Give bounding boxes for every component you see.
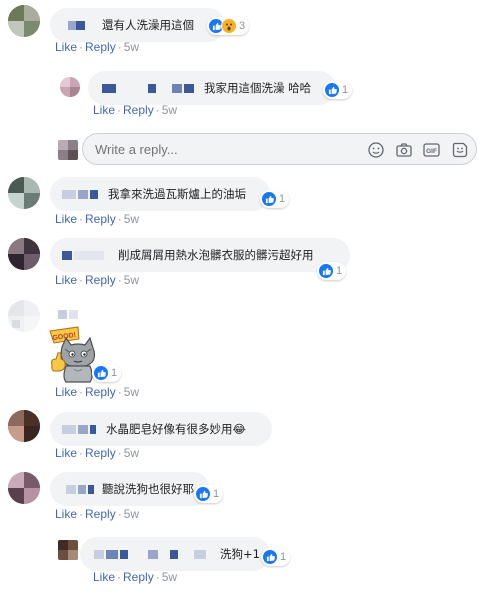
like-reaction-icon xyxy=(262,549,278,565)
like-link[interactable]: Like xyxy=(55,446,77,460)
comment-time: 5w xyxy=(123,273,140,287)
like-link[interactable]: Like xyxy=(55,40,77,54)
avatar[interactable] xyxy=(8,238,40,270)
comment-text: 削成屑屑用熱水泡髒衣服的髒污超好用 xyxy=(118,248,314,262)
comment-actions: Like · Reply · 5w xyxy=(55,385,140,399)
avatar[interactable] xyxy=(8,300,40,332)
avatar[interactable] xyxy=(60,77,80,97)
like-reaction-icon xyxy=(318,263,334,279)
comment-time: 5w xyxy=(123,507,140,521)
reply-link[interactable]: Reply xyxy=(123,103,154,117)
comment-time: 5w xyxy=(123,385,140,399)
comment-bubble: 還有人洗澡用這個 xyxy=(50,8,225,42)
comment-bubble: 削成屑屑用熱水泡髒衣服的髒污超好用 xyxy=(50,238,350,272)
commenter-name[interactable] xyxy=(98,81,198,95)
sticker-icon[interactable] xyxy=(451,141,469,159)
reaction-summary[interactable]: 3 xyxy=(207,17,250,35)
like-link[interactable]: Like xyxy=(55,507,77,521)
comment-text: 聽說洗狗也很好耶 xyxy=(102,482,194,496)
avatar[interactable] xyxy=(8,472,40,504)
commenter-name[interactable] xyxy=(90,547,214,561)
reply-bubble: 洗狗+1 xyxy=(80,537,270,571)
comment-actions: Like · Reply · 5w xyxy=(93,103,178,117)
reply-link[interactable]: Reply xyxy=(123,570,154,584)
like-reaction-icon xyxy=(93,365,109,381)
reply-composer: GIF xyxy=(82,133,477,165)
comment-actions: Like · Reply · 5w xyxy=(55,273,140,287)
comment-time: 5w xyxy=(161,570,178,584)
comment-actions: Like · Reply · 5w xyxy=(93,570,178,584)
comment-text: 還有人洗澡用這個 xyxy=(102,18,194,32)
reply-input[interactable] xyxy=(95,142,355,157)
comment-actions: Like · Reply · 5w xyxy=(55,212,140,226)
reaction-summary[interactable]: 1 xyxy=(194,485,224,503)
comment-text: 水晶肥皂好像有很多妙用😂 xyxy=(106,422,246,436)
reaction-count: 1 xyxy=(213,488,220,500)
avatar[interactable] xyxy=(8,410,40,442)
comment-text: 我家用這個洗澡 哈哈 xyxy=(204,81,312,95)
commenter-name[interactable] xyxy=(60,187,102,201)
commenter-name[interactable] xyxy=(58,308,82,320)
reaction-summary[interactable]: 1 xyxy=(92,364,122,382)
comment-bubble: 我拿來洗過瓦斯爐上的油垢 xyxy=(50,177,270,211)
avatar[interactable] xyxy=(8,177,40,209)
like-link[interactable]: Like xyxy=(55,385,77,399)
avatar xyxy=(58,140,78,160)
comment-bubble: 聽說洗狗也很好耶 xyxy=(50,472,210,506)
emoji-icon[interactable] xyxy=(367,141,385,159)
commenter-name[interactable] xyxy=(60,422,100,436)
reaction-summary[interactable]: 1 xyxy=(317,262,347,280)
reaction-summary[interactable]: 1 xyxy=(323,81,353,99)
comment-text: 我拿來洗過瓦斯爐上的油垢 xyxy=(108,187,246,201)
reply-link[interactable]: Reply xyxy=(85,385,116,399)
commenter-name[interactable] xyxy=(60,18,96,32)
camera-icon[interactable] xyxy=(395,141,413,159)
comment-actions: Like · Reply · 5w xyxy=(55,446,140,460)
comment-time: 5w xyxy=(123,40,140,54)
commenter-name[interactable] xyxy=(60,248,112,262)
comment-time: 5w xyxy=(123,212,140,226)
reply-bubble: 我家用這個洗澡 哈哈 xyxy=(88,71,336,105)
reply-link[interactable]: Reply xyxy=(85,212,116,226)
comment-bubble: 水晶肥皂好像有很多妙用😂 xyxy=(50,412,272,446)
reaction-count: 1 xyxy=(342,84,349,96)
gif-icon[interactable]: GIF xyxy=(422,141,440,159)
reply-link[interactable]: Reply xyxy=(85,507,116,521)
reaction-count: 1 xyxy=(279,193,286,205)
comment-text: 洗狗+1 xyxy=(220,547,260,561)
avatar[interactable] xyxy=(8,5,40,37)
like-link[interactable]: Like xyxy=(93,103,115,117)
reaction-summary[interactable]: 1 xyxy=(261,548,291,566)
reaction-count: 1 xyxy=(111,367,118,379)
commenter-name[interactable] xyxy=(60,482,96,496)
like-link[interactable]: Like xyxy=(93,570,115,584)
comment-time: 5w xyxy=(123,446,140,460)
avatar[interactable] xyxy=(58,540,78,560)
reply-link[interactable]: Reply xyxy=(85,40,116,54)
like-reaction-icon xyxy=(195,486,211,502)
like-reaction-icon xyxy=(261,191,277,207)
reaction-count: 1 xyxy=(336,265,343,277)
comment-time: 5w xyxy=(161,103,178,117)
wow-reaction-icon xyxy=(221,18,237,34)
reply-link[interactable]: Reply xyxy=(85,273,116,287)
svg-text:GIF: GIF xyxy=(426,148,437,155)
like-link[interactable]: Like xyxy=(55,273,77,287)
like-reaction-icon xyxy=(324,82,340,98)
reply-link[interactable]: Reply xyxy=(85,446,116,460)
comment-actions: Like · Reply · 5w xyxy=(55,507,140,521)
reaction-count: 3 xyxy=(239,20,246,32)
comment-actions: Like · Reply · 5w xyxy=(55,40,140,54)
reaction-count: 1 xyxy=(280,551,287,563)
reaction-summary[interactable]: 1 xyxy=(260,190,290,208)
like-link[interactable]: Like xyxy=(55,212,77,226)
